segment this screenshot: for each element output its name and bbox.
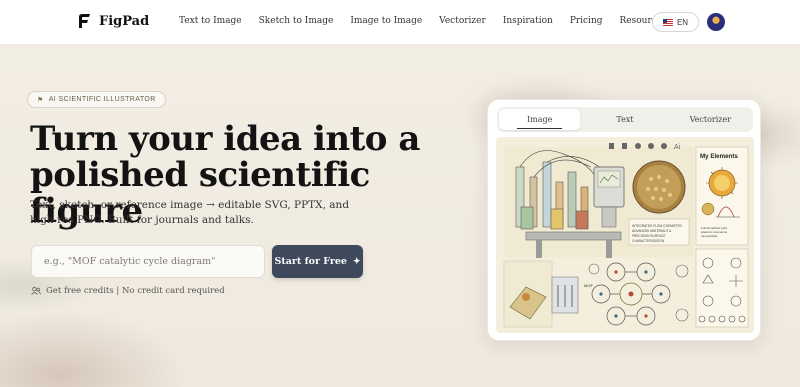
svg-text:nanoparticle: nanoparticle (701, 234, 718, 238)
svg-text:CHARACTERIZATION: CHARACTERIZATION (632, 239, 665, 243)
svg-text:ADVANCED MATERIALS &: ADVANCED MATERIALS & (632, 229, 672, 233)
main-nav: Text to Image Sketch to Image Image to I… (179, 16, 693, 26)
brand-logo[interactable]: FigPad (77, 13, 149, 29)
users-icon (31, 286, 41, 295)
nav-pricing[interactable]: Pricing (570, 16, 603, 26)
us-flag-icon (662, 18, 673, 26)
tab-text[interactable]: Text (584, 109, 665, 130)
nav-text-to-image[interactable]: Text to Image (179, 16, 242, 26)
top-navbar: FigPad Text to Image Sketch to Image Ima… (0, 0, 800, 45)
nav-vectorizer[interactable]: Vectorizer (439, 16, 486, 26)
nav-image-to-image[interactable]: Image to Image (350, 16, 422, 26)
credits-note-text: Get free credits | No credit card requir… (46, 286, 225, 296)
my-elements-title: My Elements (700, 153, 738, 160)
start-for-free-label: Start for Free (274, 256, 347, 267)
preview-tabs: Image Text Vectorizer (497, 107, 753, 132)
hero-badge-label: AI SCIENTIFIC ILLUSTRATOR (48, 96, 156, 103)
user-avatar[interactable] (707, 13, 725, 31)
brand-name: FigPad (99, 13, 150, 29)
nav-inspiration[interactable]: Inspiration (503, 16, 553, 26)
language-code: EN (676, 17, 689, 27)
scientific-illustration-preview: Ai INTEGRATED FLOW CHEMISTRY, ADVANCED M… (496, 137, 754, 333)
tag-icon: ⚑ (37, 96, 44, 104)
preview-card: Image Text Vectorizer Ai INTEGRATED FLOW… (487, 99, 761, 341)
tab-image[interactable]: Image (499, 109, 581, 130)
start-for-free-button[interactable]: Start for Free ✦ (272, 245, 363, 278)
figpad-logo-icon (77, 13, 91, 29)
prompt-input-wrapper (31, 245, 265, 278)
svg-text:INTEGRATED FLOW CHEMISTRY,: INTEGRATED FLOW CHEMISTRY, (632, 224, 683, 228)
sparkle-icon: ✦ (352, 256, 361, 267)
prompt-input[interactable] (32, 246, 264, 277)
credits-note: Get free credits | No credit card requir… (31, 286, 225, 296)
mof-label: MOF (584, 283, 593, 288)
hero-badge: ⚑ AI SCIENTIFIC ILLUSTRATOR (27, 91, 166, 108)
language-selector[interactable]: EN (652, 12, 699, 32)
nav-sketch-to-image[interactable]: Sketch to Image (259, 16, 334, 26)
svg-text:PRECISION SURFACE: PRECISION SURFACE (632, 234, 665, 238)
tab-vectorizer[interactable]: Vectorizer (670, 109, 751, 130)
hero-subtitle: Text, sketch, or reference image → edita… (30, 199, 350, 226)
svg-text:Ai: Ai (674, 144, 681, 151)
